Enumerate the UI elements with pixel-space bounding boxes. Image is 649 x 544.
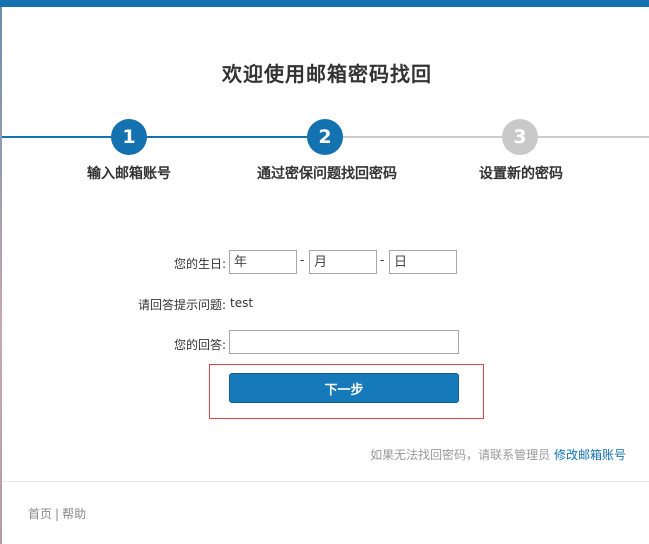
footer: 首页 | 帮助 <box>28 505 86 522</box>
step-3-circle: 3 <box>502 119 538 155</box>
birthday-month-input[interactable] <box>309 250 377 274</box>
question-label: 请回答提示问题: <box>137 298 226 312</box>
footer-separator: | <box>55 507 60 521</box>
help-link[interactable]: 帮助 <box>62 507 86 521</box>
birthday-day-input[interactable] <box>389 250 457 274</box>
answer-label: 您的回答: <box>173 338 226 352</box>
help-text: 如果无法找回密码，请联系管理员 修改邮箱账号 <box>370 446 626 463</box>
progress-line-completed <box>2 136 327 138</box>
step-2-label: 通过密保问题找回密码 <box>257 166 397 182</box>
date-separator: - <box>380 253 385 267</box>
date-separator: - <box>300 253 305 267</box>
page-title: 欢迎使用邮箱密码找回 <box>222 62 432 86</box>
background-edge <box>0 7 2 544</box>
step-2-circle: 2 <box>307 119 343 155</box>
answer-input[interactable] <box>229 330 459 354</box>
question-value: test <box>230 296 254 310</box>
top-accent-bar <box>0 0 649 7</box>
footer-divider <box>2 481 649 482</box>
step-1-label: 输入邮箱账号 <box>87 166 171 182</box>
help-message: 如果无法找回密码，请联系管理员 <box>370 448 551 462</box>
progress-line-pending <box>327 136 649 138</box>
password-recovery-page: 欢迎使用邮箱密码找回 1 2 3 输入邮箱账号 通过密保问题找回密码 设置新的密… <box>0 0 649 544</box>
step-1-circle: 1 <box>111 119 147 155</box>
step-3-label: 设置新的密码 <box>479 166 563 182</box>
next-step-button[interactable]: 下一步 <box>229 373 459 403</box>
change-email-link[interactable]: 修改邮箱账号 <box>554 448 626 462</box>
birthday-label: 您的生日: <box>173 257 226 271</box>
birthday-year-input[interactable] <box>229 250 297 274</box>
home-link[interactable]: 首页 <box>28 507 52 521</box>
